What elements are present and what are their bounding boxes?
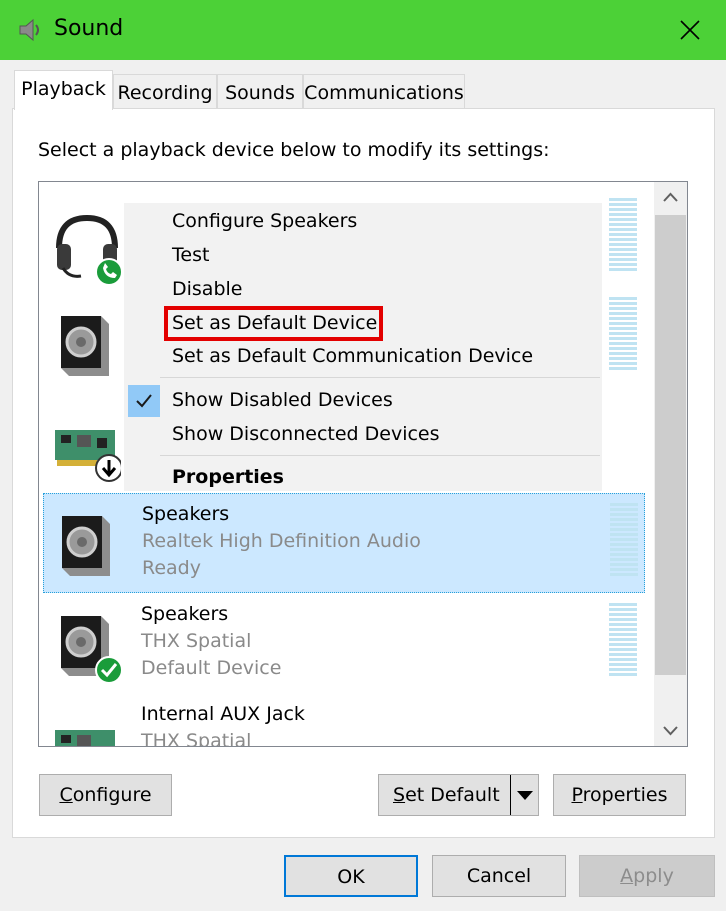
button-label: et Default — [405, 784, 500, 806]
tab-sounds[interactable]: Sounds — [217, 74, 303, 110]
tab-label: Communications — [304, 82, 464, 104]
menu-item-test[interactable]: Test — [172, 244, 209, 266]
device-name: Internal AUX Jack — [141, 703, 305, 725]
button-label: roperties — [582, 784, 668, 806]
sound-card-icon — [51, 708, 121, 746]
tab-recording[interactable]: Recording — [113, 74, 217, 110]
device-status: Default Device — [141, 657, 282, 679]
highlight-annotation — [164, 306, 383, 341]
menu-item-show-disabled-devices[interactable]: Show Disabled Devices — [172, 389, 393, 411]
context-menu: Configure Speakers Test Disable Set as D… — [124, 203, 602, 491]
configure-button[interactable]: Configure — [39, 774, 172, 816]
sound-card-icon — [51, 408, 123, 482]
level-meter — [610, 503, 638, 578]
button-label: pply — [633, 865, 674, 887]
device-driver: Realtek High Definition Audio — [142, 530, 421, 552]
sound-dialog: Sound Playback Recording Sounds Communic… — [0, 0, 726, 911]
tab-label: Playback — [21, 78, 106, 100]
scroll-down-button[interactable] — [654, 716, 687, 746]
menu-item-properties[interactable]: Properties — [172, 466, 284, 488]
level-meter — [609, 297, 637, 372]
tab-communications[interactable]: Communications — [303, 74, 465, 110]
chevron-down-icon — [663, 726, 678, 736]
headset-icon — [51, 210, 123, 286]
list-item[interactable]: Speakers Realtek High Definition Audio R… — [43, 493, 645, 593]
scroll-thumb[interactable] — [655, 215, 686, 675]
tab-label: Sounds — [225, 82, 295, 104]
dropdown-arrow-icon — [517, 791, 533, 800]
tab-playback[interactable]: Playback — [14, 70, 113, 110]
device-name: Speakers — [141, 603, 229, 625]
check-mark-icon — [128, 385, 160, 417]
chevron-up-icon — [663, 192, 678, 202]
button-accelerator: C — [59, 784, 73, 806]
close-button[interactable] — [666, 10, 714, 50]
device-driver: THX Spatial — [141, 730, 252, 747]
speaker-icon — [51, 308, 121, 382]
set-default-button[interactable]: Set Default — [378, 774, 539, 816]
menu-item-configure-speakers[interactable]: Configure Speakers — [172, 210, 357, 232]
button-label: OK — [337, 866, 365, 888]
tab-label: Recording — [117, 82, 213, 104]
device-driver: THX Spatial — [141, 630, 252, 652]
button-accelerator: P — [571, 784, 583, 806]
button-accelerator: S — [393, 784, 406, 806]
cancel-button[interactable]: Cancel — [432, 855, 566, 897]
menu-separator — [160, 455, 600, 456]
list-item[interactable]: Internal AUX Jack THX Spatial — [43, 694, 645, 747]
button-accelerator: A — [620, 865, 634, 887]
speaker-default-icon — [51, 608, 123, 684]
menu-item-show-disconnected-devices[interactable]: Show Disconnected Devices — [172, 423, 440, 445]
speaker-app-icon — [17, 17, 43, 43]
device-status: Ready — [142, 557, 201, 579]
device-name: Speakers — [142, 503, 230, 525]
level-meter — [609, 198, 637, 273]
speaker-icon — [52, 508, 122, 582]
list-item[interactable]: Speakers THX Spatial Default Device — [43, 594, 645, 694]
button-label: onfigure — [72, 784, 152, 806]
vertical-scrollbar[interactable] — [654, 182, 687, 746]
close-icon — [680, 20, 700, 40]
ok-button[interactable]: OK — [284, 855, 418, 897]
title-bar[interactable]: Sound — [0, 0, 726, 60]
button-label: Cancel — [466, 865, 532, 887]
menu-item-set-default-communication-device[interactable]: Set as Default Communication Device — [172, 345, 533, 367]
apply-button[interactable]: Apply — [579, 855, 715, 897]
level-meter — [609, 603, 637, 678]
set-default-dropdown[interactable] — [510, 775, 538, 815]
menu-separator — [160, 377, 600, 378]
window-title: Sound — [54, 16, 124, 41]
instruction-text: Select a playback device below to modify… — [38, 139, 550, 161]
menu-item-disable[interactable]: Disable — [172, 278, 242, 300]
properties-button[interactable]: Properties — [553, 774, 686, 816]
scroll-up-button[interactable] — [654, 182, 687, 212]
